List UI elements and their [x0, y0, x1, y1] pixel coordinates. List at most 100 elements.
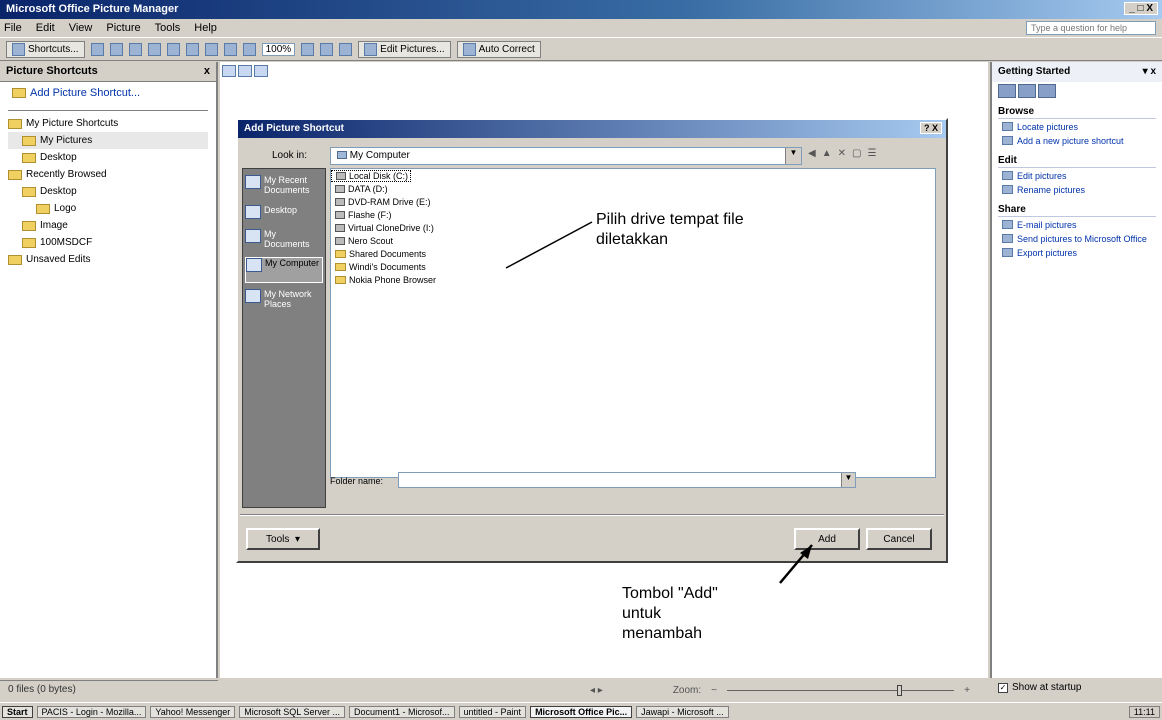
paste-icon[interactable]: [185, 42, 199, 56]
tree-item[interactable]: Unsaved Edits: [8, 251, 208, 268]
nav-arrows-icon[interactable]: ◂ ▸: [590, 685, 603, 696]
section-edit: Edit: [998, 155, 1156, 168]
cut-icon[interactable]: [147, 42, 161, 56]
delete-icon[interactable]: ✕: [838, 148, 846, 159]
tree-item[interactable]: Desktop: [8, 149, 208, 166]
start-button[interactable]: Start: [2, 705, 33, 718]
pane-close-button[interactable]: x: [204, 65, 210, 77]
menu-view[interactable]: View: [69, 22, 93, 35]
edit-pictures-button[interactable]: Edit Pictures...: [358, 40, 451, 58]
window-controls[interactable]: _ □ X: [1124, 2, 1158, 15]
chevron-down-icon[interactable]: ▼: [785, 148, 801, 164]
export-pictures-link[interactable]: Export pictures: [1002, 248, 1152, 259]
print-icon[interactable]: [128, 42, 142, 56]
edit-icon: [1002, 171, 1013, 180]
add-button[interactable]: Add: [794, 528, 860, 550]
rotate-left-icon[interactable]: [320, 42, 334, 56]
copy-icon[interactable]: [166, 42, 180, 56]
undo-icon[interactable]: [223, 42, 237, 56]
list-item[interactable]: Local Disk (C:): [331, 170, 411, 182]
menu-tools[interactable]: Tools: [155, 22, 181, 35]
thumbnail-view-icon[interactable]: [222, 65, 236, 77]
up-folder-icon[interactable]: ▲: [822, 148, 832, 159]
zoom-select[interactable]: 100%: [261, 42, 296, 56]
locate-pictures-link[interactable]: Locate pictures: [1002, 122, 1152, 133]
place-my-documents[interactable]: My Documents: [245, 229, 323, 249]
cancel-button[interactable]: Cancel: [866, 528, 932, 550]
dialog-controls[interactable]: ? X: [919, 122, 942, 134]
taskbar-item[interactable]: Yahoo! Messenger: [150, 705, 236, 718]
tools-button[interactable]: Tools ▾: [246, 528, 320, 550]
show-at-startup-option[interactable]: ✓ Show at startup: [998, 682, 1081, 693]
tree-item[interactable]: Image: [8, 217, 208, 234]
taskbar-item[interactable]: untitled - Paint: [458, 705, 527, 718]
folder-icon: [335, 276, 346, 284]
list-item[interactable]: DVD-RAM Drive (E:): [331, 196, 935, 208]
send-icon: [1002, 234, 1013, 243]
rename-pictures-link[interactable]: Rename pictures: [1002, 185, 1152, 196]
folder-name-input[interactable]: ▼: [398, 472, 856, 488]
list-item[interactable]: Windi's Documents: [331, 261, 935, 273]
auto-correct-button[interactable]: Auto Correct: [456, 40, 541, 58]
zoom-slider-thumb[interactable]: [897, 684, 903, 696]
shortcuts-button[interactable]: Shortcuts...: [6, 40, 85, 58]
taskbar-item[interactable]: Jawapi - Microsoft ...: [636, 705, 729, 718]
tree-item[interactable]: Desktop: [8, 183, 208, 200]
drive-note: Pilih drive tempat file diletakkan: [596, 211, 744, 248]
email-pictures-link[interactable]: E-mail pictures: [1002, 220, 1152, 231]
list-item[interactable]: DATA (D:): [331, 183, 935, 195]
send-to-office-link[interactable]: Send pictures to Microsoft Office: [1002, 234, 1152, 245]
menu-help[interactable]: Help: [194, 22, 217, 35]
save-icon[interactable]: [90, 42, 104, 56]
single-picture-view-icon[interactable]: [254, 65, 268, 77]
taskbar-item[interactable]: PACIS - Login - Mozilla...: [36, 705, 147, 718]
look-in-select[interactable]: My Computer ▼: [330, 147, 802, 165]
list-item[interactable]: Nokia Phone Browser: [331, 274, 935, 286]
place-my-computer[interactable]: My Computer: [245, 257, 323, 283]
filmstrip-view-icon[interactable]: [238, 65, 252, 77]
zoom-out-icon[interactable]: −: [711, 685, 717, 696]
add-picture-shortcut-link[interactable]: Add Picture Shortcut...: [0, 82, 216, 104]
taskbar-item[interactable]: Document1 - Microsof...: [348, 705, 455, 718]
place-desktop[interactable]: Desktop: [245, 205, 323, 219]
menu-bar: File Edit View Picture Tools Help Type a…: [0, 20, 1162, 37]
email-icon: [1002, 220, 1013, 229]
taskbar-item-active[interactable]: Microsoft Office Pic...: [530, 705, 633, 718]
folder-icon: [8, 118, 22, 129]
delete-icon[interactable]: [204, 42, 218, 56]
home-icon[interactable]: [1038, 84, 1056, 98]
dialog-nav-tools: ◀ ▲ ✕ ▢ ☰: [808, 148, 876, 159]
zoom-in-icon[interactable]: +: [964, 685, 970, 696]
add-shortcut-link[interactable]: Add a new picture shortcut: [1002, 136, 1152, 147]
tree-item[interactable]: 100MSDCF: [8, 234, 208, 251]
place-my-network-places[interactable]: My Network Places: [245, 289, 323, 309]
views-icon[interactable]: ☰: [867, 148, 876, 159]
chevron-down-icon[interactable]: ▼: [841, 473, 855, 487]
menu-file[interactable]: File: [4, 22, 22, 35]
back-icon[interactable]: [998, 84, 1016, 98]
desktop-icon: [245, 205, 261, 219]
tree-item[interactable]: My Pictures: [8, 132, 208, 149]
redo-icon[interactable]: [242, 42, 256, 56]
menu-edit[interactable]: Edit: [36, 22, 55, 35]
show-at-startup-checkbox[interactable]: ✓: [998, 682, 1008, 693]
look-in-label: Look in:: [272, 150, 308, 161]
help-icon[interactable]: [301, 42, 315, 56]
shortcuts-icon: [12, 42, 25, 56]
help-search-input[interactable]: Type a question for help: [1026, 21, 1156, 35]
back-icon[interactable]: ◀: [808, 148, 816, 159]
tree-item[interactable]: Logo: [8, 200, 208, 217]
task-pane-close-button[interactable]: ▾ x: [1143, 66, 1156, 77]
tree-item[interactable]: Recently Browsed: [8, 166, 208, 183]
tree-item[interactable]: My Picture Shortcuts: [8, 115, 208, 132]
forward-icon[interactable]: [1018, 84, 1036, 98]
edit-pictures-link[interactable]: Edit pictures: [1002, 171, 1152, 182]
auto-correct-icon: [462, 42, 476, 56]
rotate-right-icon[interactable]: [339, 42, 353, 56]
export-icon[interactable]: [109, 42, 123, 56]
zoom-slider[interactable]: [727, 684, 955, 696]
new-folder-icon[interactable]: ▢: [852, 148, 861, 159]
taskbar-item[interactable]: Microsoft SQL Server ...: [239, 705, 345, 718]
menu-picture[interactable]: Picture: [106, 22, 140, 35]
place-my-recent-documents[interactable]: My Recent Documents: [245, 175, 323, 195]
